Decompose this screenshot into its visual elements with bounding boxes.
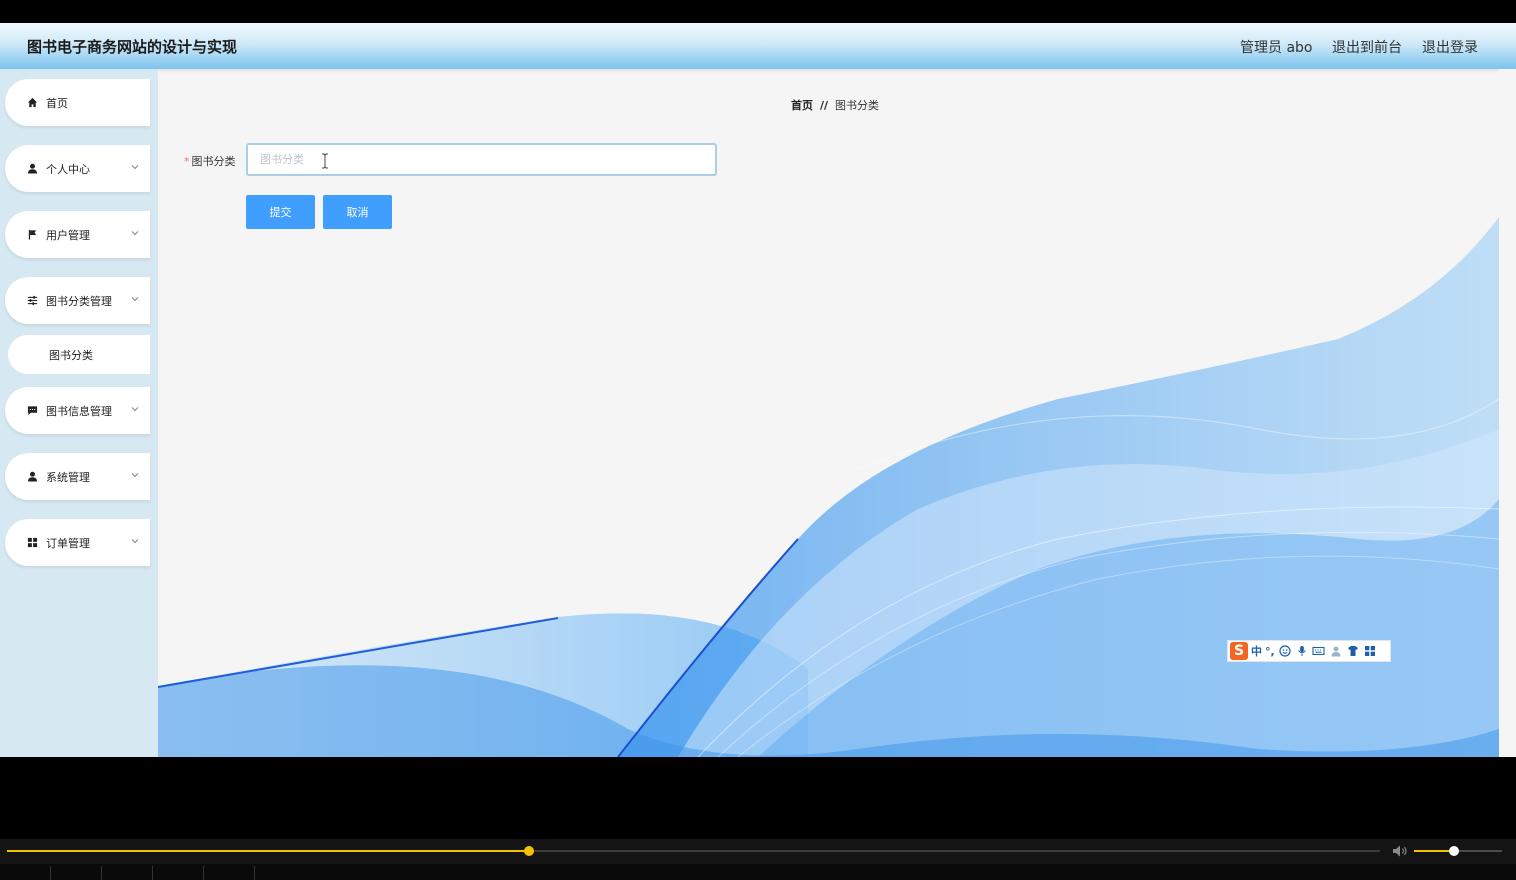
tab-divider bbox=[203, 866, 204, 880]
breadcrumb-current: 图书分类 bbox=[835, 99, 880, 112]
sidebar-item-label: 系统管理 bbox=[46, 470, 90, 484]
sidebar-subitem-book-category[interactable]: 图书分类 bbox=[8, 335, 150, 374]
logout-link[interactable]: 退出登录 bbox=[1422, 37, 1478, 57]
ime-punctuation-toggle[interactable]: °, bbox=[1265, 645, 1275, 658]
chevron-down-icon bbox=[131, 473, 139, 478]
site-title: 图书电子商务网站的设计与实现 bbox=[27, 38, 238, 56]
sidebar-item-users[interactable]: 用户管理 bbox=[5, 211, 150, 258]
chevron-down-icon bbox=[131, 165, 139, 170]
breadcrumb: 首页 // 图书分类 bbox=[791, 97, 879, 113]
sidebar-subitem-label: 图书分类 bbox=[49, 348, 93, 362]
required-mark: * bbox=[184, 155, 190, 168]
sliders-icon bbox=[26, 295, 38, 307]
text-cursor-icon bbox=[322, 153, 328, 169]
volume-slider-fill bbox=[1414, 850, 1454, 852]
ime-mode-toggle[interactable]: 中 bbox=[1251, 643, 1262, 659]
chevron-down-icon bbox=[131, 231, 139, 236]
breadcrumb-separator: // bbox=[820, 99, 829, 112]
exit-to-frontend-link[interactable]: 退出到前台 bbox=[1332, 37, 1402, 57]
sidebar-item-label: 首页 bbox=[46, 96, 68, 110]
progress-track[interactable] bbox=[7, 846, 1380, 856]
chat-icon bbox=[26, 405, 38, 417]
sidebar-item-home[interactable]: 首页 bbox=[5, 79, 150, 126]
sidebar-item-label: 图书信息管理 bbox=[46, 404, 112, 418]
user-icon bbox=[26, 471, 38, 483]
window-top-black-bar bbox=[0, 0, 1516, 23]
chevron-down-icon bbox=[131, 297, 139, 302]
grid-icon bbox=[26, 537, 38, 549]
sidebar-item-book-category-mgmt[interactable]: 图书分类管理 bbox=[5, 277, 150, 324]
emoji-icon[interactable] bbox=[1278, 644, 1292, 658]
video-player-controls bbox=[0, 757, 1516, 880]
flag-icon bbox=[26, 229, 38, 241]
sidebar-item-profile[interactable]: 个人中心 bbox=[5, 145, 150, 192]
tab-divider bbox=[254, 866, 255, 880]
player-control-bar bbox=[0, 839, 1516, 864]
user-icon bbox=[26, 163, 38, 175]
skin-shirt-icon[interactable] bbox=[1346, 644, 1360, 658]
sidebar-item-book-info-mgmt[interactable]: 图书信息管理 bbox=[5, 387, 150, 434]
volume-slider-knob[interactable] bbox=[1448, 846, 1459, 856]
sidebar: 首页 个人中心 用户管理 图书分类管理 图书分类 图书信息管理 系统管理 订单管… bbox=[0, 69, 158, 757]
scroll-gutter bbox=[1499, 69, 1516, 757]
ime-toolbar[interactable]: S 中 °, bbox=[1227, 640, 1391, 662]
sidebar-item-label: 订单管理 bbox=[46, 536, 90, 550]
book-category-label: * 图书分类 bbox=[184, 153, 236, 169]
chevron-down-icon bbox=[131, 539, 139, 544]
progress-knob[interactable] bbox=[523, 846, 534, 856]
book-category-label-text: 图书分类 bbox=[191, 155, 236, 168]
book-category-input[interactable] bbox=[246, 143, 717, 176]
sidebar-item-system-mgmt[interactable]: 系统管理 bbox=[5, 453, 150, 500]
toolbox-grid-icon[interactable] bbox=[1363, 644, 1377, 658]
app-window: 图书电子商务网站的设计与实现 管理员 abo 退出到前台 退出登录 首页 个人中… bbox=[0, 23, 1516, 757]
sidebar-item-label: 用户管理 bbox=[46, 228, 90, 242]
microphone-icon[interactable] bbox=[1295, 644, 1309, 658]
header-bar: 图书电子商务网站的设计与实现 管理员 abo 退出到前台 退出登录 bbox=[0, 23, 1516, 69]
tab-divider bbox=[101, 866, 102, 880]
submit-button[interactable]: 提交 bbox=[246, 195, 315, 229]
tab-divider bbox=[50, 866, 51, 880]
sidebar-item-order-mgmt[interactable]: 订单管理 bbox=[5, 519, 150, 566]
progress-fill bbox=[7, 850, 529, 852]
chevron-down-icon bbox=[131, 407, 139, 412]
bottom-tab-strip bbox=[0, 864, 1516, 880]
volume-slider-track[interactable] bbox=[1414, 846, 1502, 856]
cancel-button[interactable]: 取消 bbox=[323, 195, 392, 229]
keyboard-icon[interactable] bbox=[1312, 644, 1326, 658]
breadcrumb-home[interactable]: 首页 bbox=[791, 99, 813, 112]
sogou-logo-icon[interactable]: S bbox=[1230, 642, 1248, 660]
sidebar-item-label: 个人中心 bbox=[46, 162, 90, 176]
user-avatar-icon[interactable] bbox=[1329, 644, 1343, 658]
admin-user-label: 管理员 abo bbox=[1240, 40, 1313, 56]
tab-divider bbox=[152, 866, 153, 880]
sidebar-item-label: 图书分类管理 bbox=[46, 294, 112, 308]
volume-icon[interactable] bbox=[1392, 844, 1408, 858]
home-icon bbox=[26, 97, 38, 109]
